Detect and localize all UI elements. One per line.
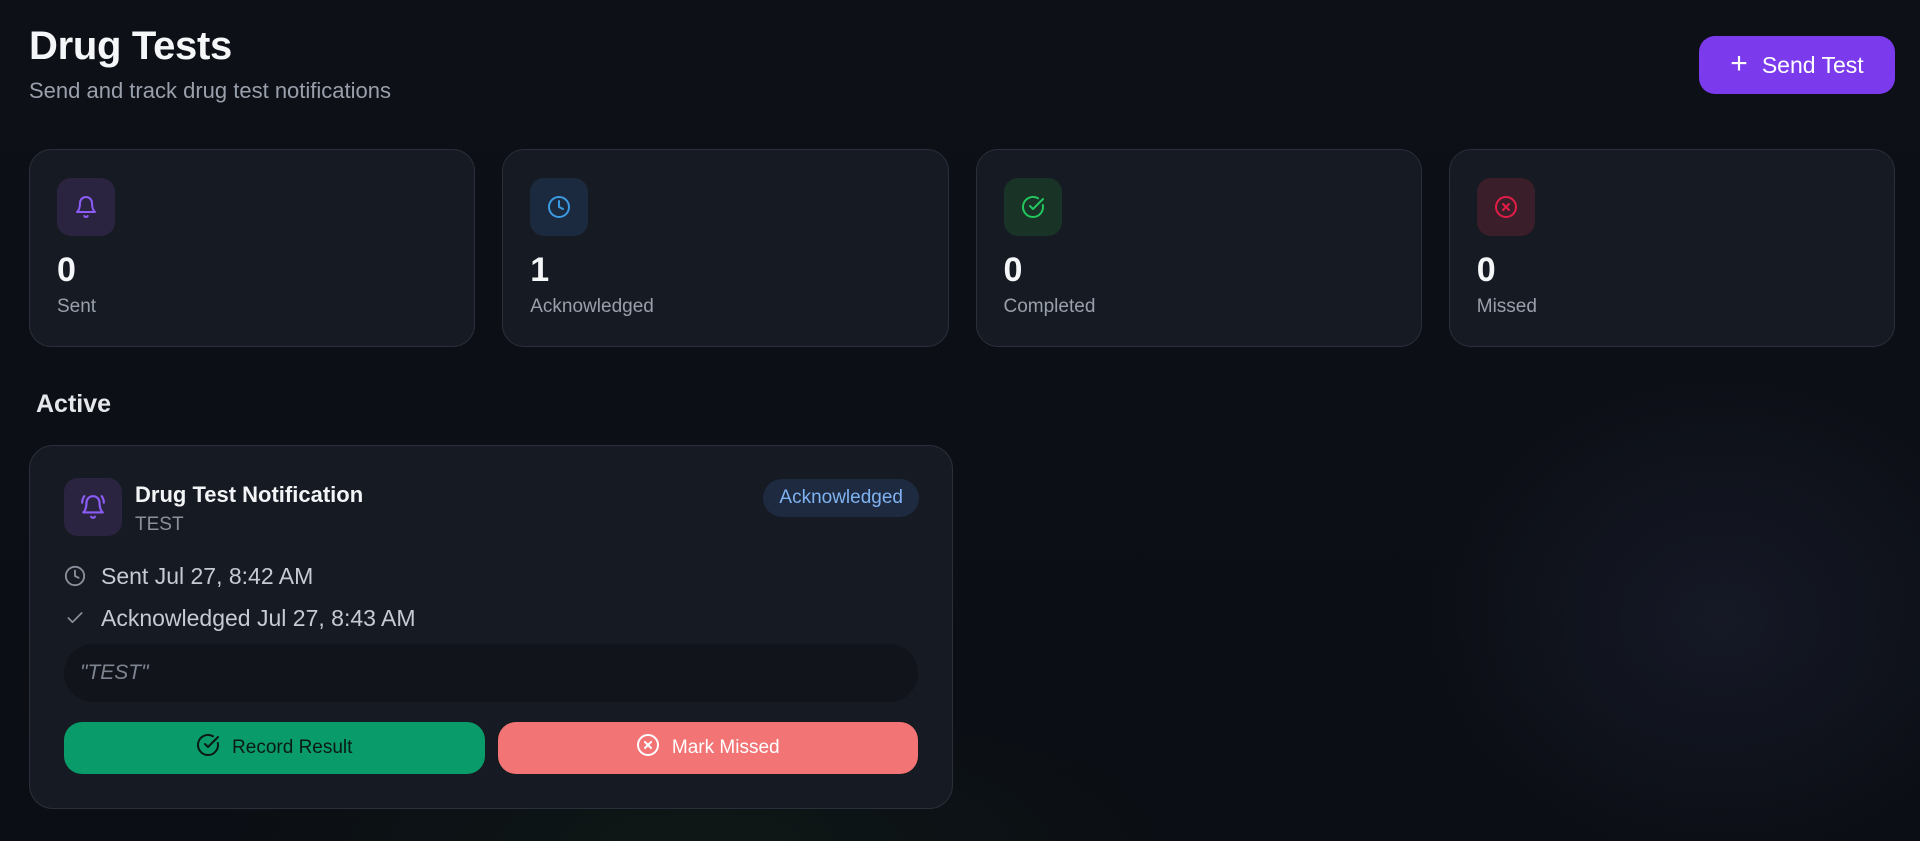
stat-card-completed: 0 Completed	[975, 149, 1422, 347]
plus-icon: +	[1730, 46, 1748, 80]
x-circle-icon	[1476, 178, 1535, 236]
stat-label: Acknowledged	[530, 296, 654, 317]
bell-icon	[57, 178, 115, 236]
page-title: Drug Tests	[29, 24, 232, 68]
section-title-active: Active	[36, 390, 112, 418]
stat-label: Missed	[1476, 296, 1537, 317]
stat-card-sent: 0 Sent	[29, 149, 476, 347]
record-result-label: Record Result	[232, 737, 353, 758]
test-note: "TEST"	[64, 644, 918, 702]
mark-missed-button[interactable]: Mark Missed	[497, 722, 918, 774]
record-result-button[interactable]: Record Result	[64, 722, 485, 774]
x-circle-icon	[636, 733, 660, 763]
drug-test-card: Drug Test Notification TEST Acknowledged…	[29, 445, 953, 809]
stat-value: 1	[530, 251, 550, 289]
card-subtitle: TEST	[135, 514, 184, 535]
stat-value: 0	[1003, 251, 1023, 289]
card-title: Drug Test Notification	[135, 482, 364, 507]
page-subtitle: Send and track drug test notifications	[29, 78, 391, 103]
sent-row: Sent Jul 27, 8:42 AM	[64, 560, 918, 592]
check-circle-icon	[196, 733, 220, 763]
bell-ring-icon	[64, 478, 122, 536]
check-icon	[64, 607, 86, 629]
mark-missed-label: Mark Missed	[671, 737, 780, 758]
stat-label: Completed	[1003, 296, 1096, 317]
acknowledged-row: Acknowledged Jul 27, 8:43 AM	[64, 602, 918, 634]
stat-card-acknowledged: 1 Acknowledged	[502, 149, 949, 347]
stats-row: 0 Sent 1 Acknowledged 0 Completed 0 Miss…	[29, 149, 1895, 347]
stat-card-missed: 0 Missed	[1448, 149, 1895, 347]
clock-icon	[64, 565, 86, 587]
stat-value: 0	[1476, 251, 1496, 289]
stat-label: Sent	[57, 296, 97, 317]
acknowledged-timestamp: Acknowledged Jul 27, 8:43 AM	[101, 604, 416, 631]
card-meta: Sent Jul 27, 8:42 AM Acknowledged Jul 27…	[64, 560, 918, 634]
check-circle-icon	[1003, 178, 1062, 236]
send-test-label: Send Test	[1761, 51, 1864, 78]
card-actions: Record Result Mark Missed	[64, 722, 918, 774]
clock-icon	[530, 178, 589, 236]
status-badge: Acknowledged	[763, 479, 919, 517]
send-test-button[interactable]: + Send Test	[1699, 36, 1895, 94]
page-header: Drug Tests Send and track drug test noti…	[29, 22, 391, 104]
stat-value: 0	[57, 251, 76, 289]
sent-timestamp: Sent Jul 27, 8:42 AM	[101, 562, 314, 589]
